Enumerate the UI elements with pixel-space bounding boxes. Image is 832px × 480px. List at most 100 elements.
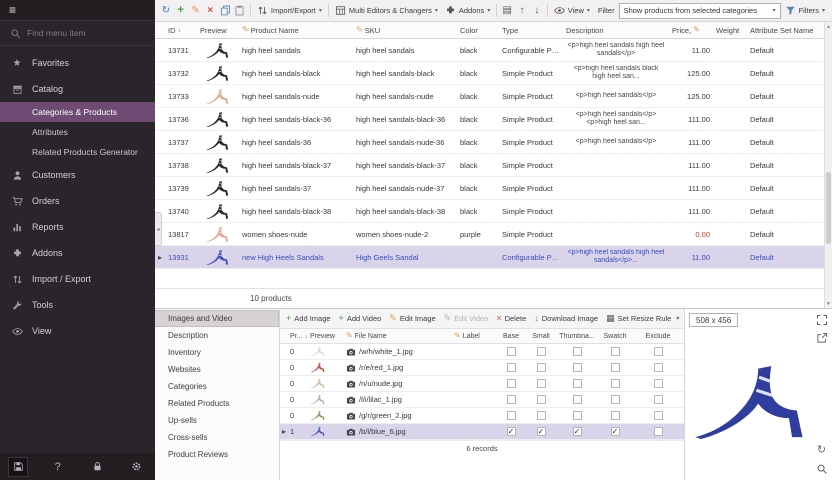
column-header-preview[interactable]: Preview <box>197 26 239 35</box>
sidebar-item-import-export[interactable]: Import / Export <box>0 266 155 292</box>
zoom-image-button[interactable] <box>815 462 828 475</box>
add-image-button[interactable]: + Add Image <box>286 314 331 323</box>
thumbnail-checkbox[interactable]: ✓ <box>573 379 582 388</box>
sidebar-item-related-products-generator[interactable]: Related Products Generator <box>0 142 155 162</box>
detail-tab[interactable]: Categories <box>155 378 279 395</box>
detail-tab[interactable]: Related Products <box>155 395 279 412</box>
column-header-price[interactable]: Price,✎ <box>669 26 713 35</box>
image-row[interactable]: ▸ 0 /r/e/red_1.jpg ✓ ✓ ✓ ✓ <box>280 360 684 376</box>
sort-desc-button[interactable]: ↓ <box>530 2 544 20</box>
image-row[interactable]: ▸ 0 /g/r/green_2.jpg ✓ ✓ ✓ ✓ <box>280 408 684 424</box>
product-row[interactable]: ▸ 13733 high heel sandals-nude high heel… <box>155 85 824 108</box>
sidebar-item-categories-products[interactable]: Categories & Products <box>0 102 155 122</box>
column-header-file-name[interactable]: ✎File Name <box>344 332 452 340</box>
sidebar-item-tools[interactable]: Tools <box>0 292 155 318</box>
detail-tab[interactable]: Description <box>155 327 279 344</box>
column-header-id[interactable]: ID↓ <box>165 26 197 35</box>
thumbnail-checkbox[interactable]: ✓ <box>573 411 582 420</box>
delete-image-button[interactable]: × Delete <box>496 314 526 323</box>
filters-button[interactable]: Filters ▾ <box>782 2 828 20</box>
product-row[interactable]: ▸ 13739 high heel sandals-37 high heel s… <box>155 177 824 200</box>
scroll-down-arrow[interactable]: ▼ <box>825 299 832 308</box>
set-resize-rule-button[interactable]: ▦ Set Resize Rule <box>606 314 679 323</box>
detail-tab[interactable]: Websites <box>155 361 279 378</box>
image-row[interactable]: ▸ 0 /l/i/lilac_1.jpg ✓ ✓ ✓ ✓ <box>280 392 684 408</box>
column-header-small[interactable]: Small <box>526 333 556 340</box>
lock-button[interactable] <box>88 458 106 476</box>
small-checkbox[interactable]: ✓ <box>537 379 546 388</box>
scrollbar-thumb[interactable] <box>826 172 831 244</box>
small-checkbox[interactable]: ✓ <box>537 347 546 356</box>
image-row[interactable]: ▸ 1 /b/l/blue_6.jpg ✓ ✓ ✓ ✓ <box>280 424 684 440</box>
exclude-checkbox[interactable]: ✓ <box>654 379 663 388</box>
exclude-checkbox[interactable]: ✓ <box>654 395 663 404</box>
column-header-thumbnail[interactable]: Thumbna... <box>556 333 598 340</box>
column-header-color[interactable]: Color <box>457 26 499 35</box>
paste-button[interactable] <box>233 2 247 20</box>
thumbnail-checkbox[interactable]: ✓ <box>573 347 582 356</box>
sidebar-item-view[interactable]: View <box>0 318 155 344</box>
base-checkbox[interactable]: ✓ <box>507 363 516 372</box>
base-checkbox[interactable]: ✓ <box>507 379 516 388</box>
hamburger-menu-button[interactable]: ≡ <box>9 4 16 16</box>
base-checkbox[interactable]: ✓ <box>507 347 516 356</box>
column-header-base[interactable]: Base <box>496 333 526 340</box>
column-header-swatch[interactable]: Swatch <box>598 333 632 340</box>
sidebar-item-attributes[interactable]: Attributes <box>0 122 155 142</box>
swatch-checkbox[interactable]: ✓ <box>611 427 620 436</box>
base-checkbox[interactable]: ✓ <box>507 427 516 436</box>
product-row[interactable]: ▸ 13736 high heel sandals-black-36 high … <box>155 108 824 131</box>
small-checkbox[interactable]: ✓ <box>537 395 546 404</box>
column-header-attribute-set[interactable]: Attribute Set Name <box>747 26 824 35</box>
sidebar-item-catalog[interactable]: Catalog <box>0 76 155 102</box>
edit-video-button[interactable]: ✎ Edit Video <box>444 314 489 323</box>
edit-image-button[interactable]: ✎ Edit Image <box>389 314 435 323</box>
exclude-checkbox[interactable]: ✓ <box>654 411 663 420</box>
sidebar-collapse-handle[interactable]: ◂ <box>155 212 162 246</box>
product-row[interactable]: ▸ 13737 high heel sandals-36 high heel s… <box>155 131 824 154</box>
category-filter-select[interactable]: Show products from selected categories ▾ <box>619 3 781 19</box>
small-checkbox[interactable]: ✓ <box>537 363 546 372</box>
column-header-preview[interactable]: Preview <box>308 333 344 340</box>
product-row[interactable]: ▸ 13817 women shoes-nude women shoes-nud… <box>155 223 824 246</box>
detail-tab[interactable]: Images and Video <box>155 310 279 327</box>
detail-tab[interactable]: Inventory <box>155 344 279 361</box>
base-checkbox[interactable]: ✓ <box>507 395 516 404</box>
product-row[interactable]: ▸ 13732 high heel sandals-black high hee… <box>155 62 824 85</box>
swatch-checkbox[interactable]: ✓ <box>611 411 620 420</box>
edit-product-button[interactable]: ✎ <box>189 2 203 20</box>
refresh-button[interactable]: ↻ <box>159 2 173 20</box>
exclude-checkbox[interactable]: ✓ <box>654 427 663 436</box>
swatch-checkbox[interactable]: ✓ <box>611 379 620 388</box>
import-export-menu[interactable]: Import/Export ▾ <box>254 2 325 20</box>
image-row[interactable]: ▸ 0 /n/u/nude.jpg ✓ ✓ ✓ ✓ <box>280 376 684 392</box>
thumbnail-checkbox[interactable]: ✓ <box>573 427 582 436</box>
column-header-sku[interactable]: ✎SKU <box>353 26 457 35</box>
sort-asc-button[interactable]: ↑ <box>515 2 529 20</box>
open-external-button[interactable] <box>815 331 828 344</box>
sidebar-item-customers[interactable]: Customers <box>0 162 155 188</box>
copy-button[interactable] <box>218 2 232 20</box>
multi-editors-menu[interactable]: Multi Editors & Changers ▾ <box>332 2 441 20</box>
product-row[interactable]: ▸ 13931 new High Heels Sandals High Geel… <box>155 246 824 269</box>
sidebar-item-reports[interactable]: Reports <box>0 214 155 240</box>
addons-menu[interactable]: Addons ▾ <box>442 2 493 20</box>
product-row[interactable]: ▸ 13738 high heel sandals-black-37 high … <box>155 154 824 177</box>
save-settings-button[interactable] <box>9 458 27 476</box>
swatch-checkbox[interactable]: ✓ <box>611 395 620 404</box>
columns-button[interactable]: ▤ <box>500 2 514 20</box>
column-header-description[interactable]: Description <box>563 26 669 35</box>
base-checkbox[interactable]: ✓ <box>507 411 516 420</box>
sidebar-item-addons[interactable]: Addons <box>0 240 155 266</box>
scroll-up-arrow[interactable]: ▲ <box>825 22 832 31</box>
download-image-button[interactable]: ↓ Download Image <box>534 314 598 323</box>
detail-tab[interactable]: Product Reviews <box>155 446 279 463</box>
column-header-exclude[interactable]: Exclude <box>632 333 684 340</box>
image-row[interactable]: ▸ 0 /w/h/white_1.jpg ✓ ✓ ✓ ✓ <box>280 344 684 360</box>
add-product-button[interactable]: + <box>174 2 188 20</box>
product-row[interactable]: ▸ 13731 high heel sandals high heel sand… <box>155 39 824 62</box>
view-menu[interactable]: View ▾ <box>551 2 593 20</box>
exclude-checkbox[interactable]: ✓ <box>654 347 663 356</box>
detail-tab[interactable]: Up-sells <box>155 412 279 429</box>
settings-button[interactable] <box>128 458 146 476</box>
